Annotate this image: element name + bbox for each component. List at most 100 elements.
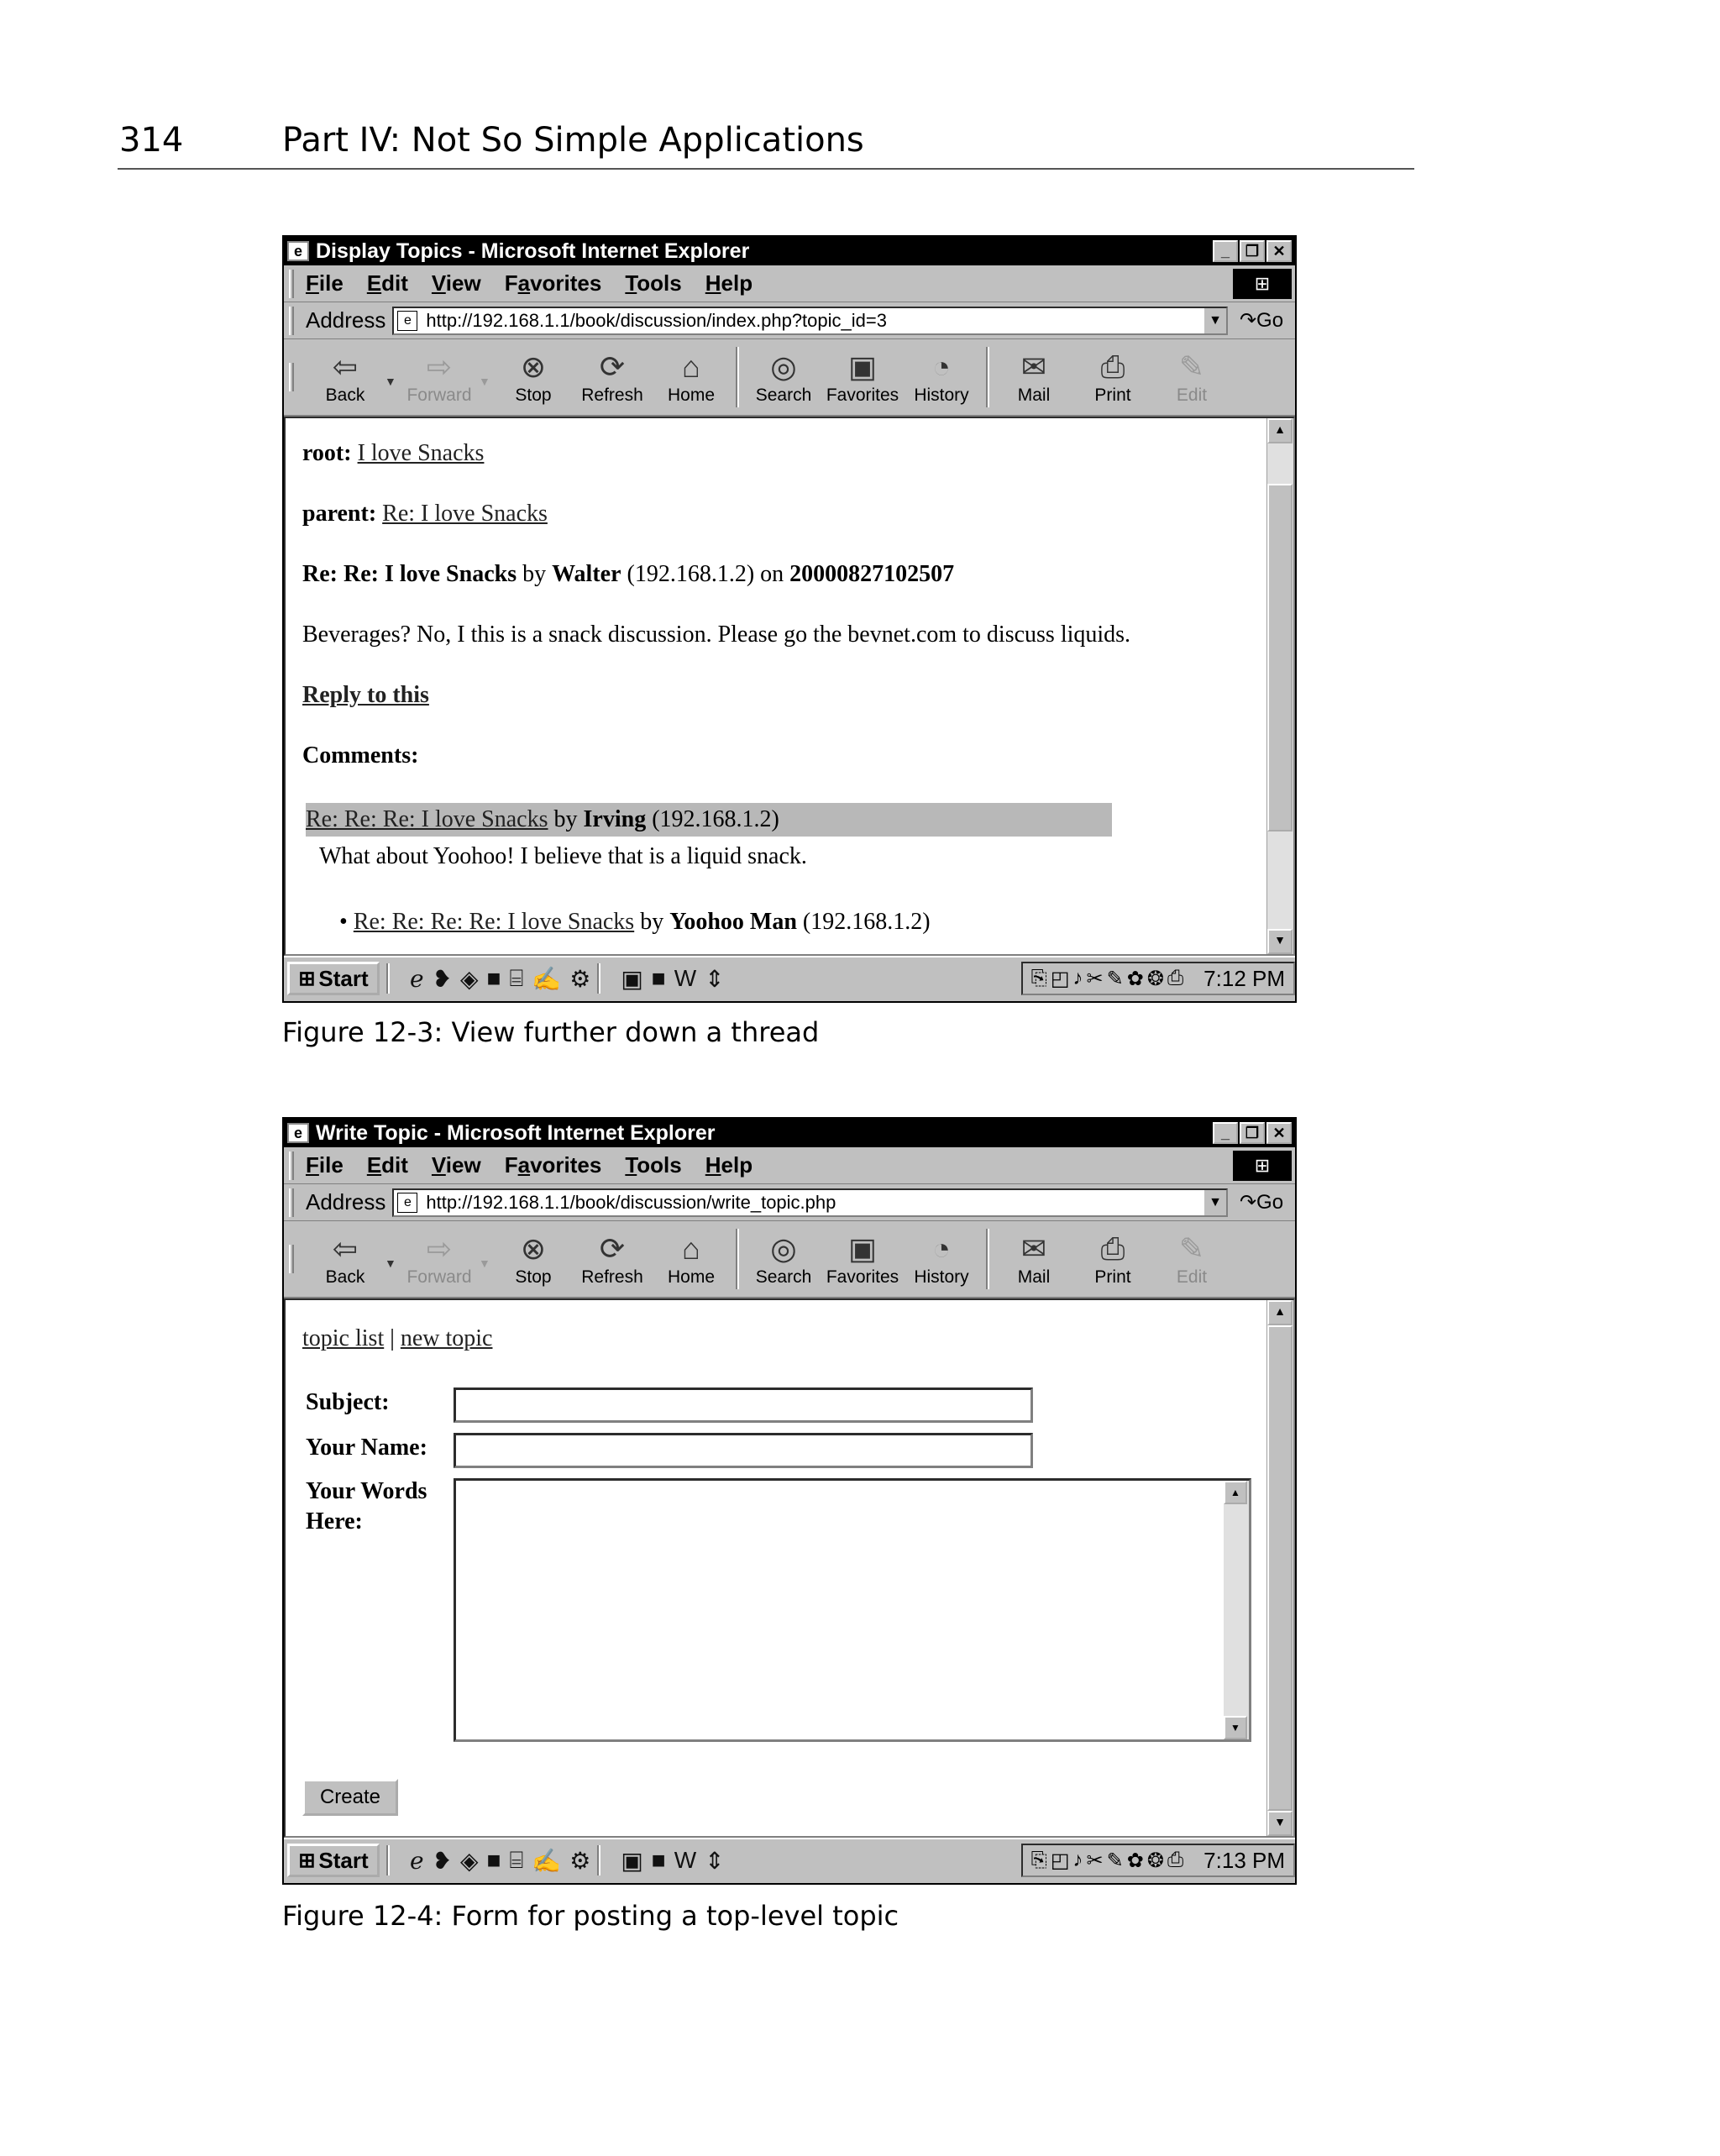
print-button[interactable]: ⎙ Print <box>1073 349 1152 406</box>
menu-edit[interactable]: Edit <box>367 1152 408 1178</box>
tray-volume-icon[interactable]: ♪ <box>1073 1849 1083 1872</box>
comment-1-link[interactable]: Re: Re: Re: I love Snacks <box>306 806 548 832</box>
back-dropdown-icon[interactable]: ▼ <box>385 375 400 388</box>
tray-edit-icon[interactable]: ✎ <box>1107 1849 1124 1873</box>
minimize-button[interactable]: _ <box>1213 240 1238 262</box>
menu-tools[interactable]: Tools <box>625 1152 681 1178</box>
back-button[interactable]: ⇦ Back <box>306 349 385 406</box>
minimize-button[interactable]: _ <box>1213 1122 1238 1144</box>
comment-2-link[interactable]: Re: Re: Re: Re: I love Snacks <box>354 909 634 935</box>
scroll-thumb[interactable] <box>1267 484 1293 831</box>
tray-tools-icon[interactable]: ✂ <box>1087 1849 1104 1873</box>
word-task-icon[interactable]: W <box>674 1847 696 1874</box>
scroll-up-arrow-icon[interactable]: ▲ <box>1267 418 1293 443</box>
ie-launch-icon[interactable]: ℯ <box>410 965 424 993</box>
mail-button[interactable]: ✉ Mail <box>994 1230 1073 1288</box>
history-button[interactable]: ◔ History <box>902 349 981 406</box>
tray-print-icon[interactable]: ⎙ <box>1167 967 1183 990</box>
word-task-icon[interactable]: W <box>674 965 696 992</box>
start-button[interactable]: ⊞ Start <box>287 962 380 995</box>
tray-edit-icon[interactable]: ✎ <box>1107 967 1124 991</box>
textarea-scrollbar[interactable]: ▲ ▼ <box>1224 1481 1249 1739</box>
menu-help[interactable]: Help <box>705 1152 752 1178</box>
menu-favorites[interactable]: Favorites <box>505 1152 602 1178</box>
ie-task-icon[interactable]: ▣ <box>621 965 642 993</box>
scroll-up-arrow-icon[interactable]: ▲ <box>1267 1300 1293 1325</box>
tray-app-icon[interactable]: ✿ <box>1127 1849 1144 1873</box>
desktop-launch-icon[interactable]: ■ <box>487 965 501 992</box>
vertical-scrollbar[interactable]: ▲ ▼ <box>1266 1300 1293 1836</box>
notepad-launch-icon[interactable]: ✍ <box>532 965 561 993</box>
address-dropdown-arrow-icon[interactable]: ▼ <box>1203 307 1226 333</box>
menu-view[interactable]: View <box>432 1152 481 1178</box>
your-words-textarea[interactable]: ▲ ▼ <box>454 1478 1251 1742</box>
topic-list-link[interactable]: topic list <box>302 1325 384 1351</box>
window-task-icon[interactable]: ■ <box>652 965 666 992</box>
channel-launch-icon[interactable]: ◈ <box>460 965 479 993</box>
tray-monitor-icon[interactable]: ◰ <box>1051 1849 1070 1873</box>
favorites-button[interactable]: ▣ Favorites <box>823 1230 902 1288</box>
task-scroll-icon[interactable]: ⇕ <box>705 1847 724 1875</box>
window-task-icon[interactable]: ■ <box>652 1847 666 1874</box>
favorites-button[interactable]: ▣ Favorites <box>823 349 902 406</box>
refresh-button[interactable]: ⟳ Refresh <box>573 1230 652 1288</box>
stop-button[interactable]: ⊗ Stop <box>494 349 573 406</box>
tray-chat-icon[interactable]: ❂ <box>1147 1849 1164 1873</box>
search-button[interactable]: ◎ Search <box>744 349 823 406</box>
forward-button[interactable]: ⇨ Forward <box>400 1230 479 1288</box>
go-button[interactable]: ↷ Go <box>1228 308 1295 333</box>
textarea-scroll-up-icon[interactable]: ▲ <box>1224 1481 1247 1504</box>
vertical-scrollbar[interactable]: ▲ ▼ <box>1266 418 1293 954</box>
menu-view[interactable]: View <box>432 270 481 296</box>
parent-topic-link[interactable]: Re: I love Snacks <box>382 501 548 527</box>
history-button[interactable]: ◔ History <box>902 1230 981 1288</box>
home-button[interactable]: ⌂ Home <box>652 349 731 406</box>
go-button[interactable]: ↷ Go <box>1228 1190 1295 1214</box>
back-button[interactable]: ⇦ Back <box>306 1230 385 1288</box>
tray-volume-icon[interactable]: ♪ <box>1073 967 1083 990</box>
tray-chat-icon[interactable]: ❂ <box>1147 967 1164 991</box>
channel-launch-icon[interactable]: ◈ <box>460 1847 479 1875</box>
textarea-scroll-down-icon[interactable]: ▼ <box>1224 1716 1247 1739</box>
desktop-launch-icon[interactable]: ■ <box>487 1847 501 1874</box>
tray-print-icon[interactable]: ⎙ <box>1167 1849 1183 1872</box>
app-launch-icon[interactable]: ⚙ <box>569 1847 590 1875</box>
home-button[interactable]: ⌂ Home <box>652 1230 731 1288</box>
menu-edit[interactable]: Edit <box>367 270 408 296</box>
search-button[interactable]: ◎ Search <box>744 1230 823 1288</box>
back-dropdown-icon[interactable]: ▼ <box>385 1256 400 1270</box>
scroll-thumb[interactable] <box>1267 1325 1293 1811</box>
menu-tools[interactable]: Tools <box>625 270 681 296</box>
close-button[interactable]: ✕ <box>1266 240 1292 262</box>
restore-button[interactable]: ❐ <box>1240 240 1265 262</box>
start-button[interactable]: ⊞ Start <box>287 1844 380 1877</box>
tray-monitor-icon[interactable]: ◰ <box>1051 967 1070 991</box>
reply-link[interactable]: Reply to this <box>302 682 429 709</box>
ie-task-icon[interactable]: ▣ <box>621 1847 642 1875</box>
menu-file[interactable]: File <box>306 270 343 296</box>
tray-network-icon[interactable]: ⎘ <box>1031 967 1047 990</box>
scroll-down-arrow-icon[interactable]: ▼ <box>1267 929 1293 954</box>
restore-button[interactable]: ❐ <box>1240 1122 1265 1144</box>
explorer-launch-icon[interactable]: ⌸ <box>510 1847 524 1875</box>
explorer-launch-icon[interactable]: ⌸ <box>510 965 524 993</box>
app-launch-icon[interactable]: ⚙ <box>569 965 590 993</box>
root-topic-link[interactable]: I love Snacks <box>358 440 485 466</box>
address-input[interactable]: e http://192.168.1.1/book/discussion/wri… <box>392 1188 1228 1217</box>
edit-button[interactable]: ✎ Edit <box>1152 349 1231 406</box>
tray-network-icon[interactable]: ⎘ <box>1031 1849 1047 1872</box>
task-scroll-icon[interactable]: ⇕ <box>705 965 724 993</box>
forward-dropdown-icon[interactable]: ▼ <box>479 375 494 388</box>
forward-button[interactable]: ⇨ Forward <box>400 349 479 406</box>
scroll-down-arrow-icon[interactable]: ▼ <box>1267 1811 1293 1836</box>
menu-file[interactable]: File <box>306 1152 343 1178</box>
ie-launch-icon[interactable]: ℯ <box>410 1847 424 1875</box>
subject-input[interactable] <box>454 1387 1033 1423</box>
tray-app-icon[interactable]: ✿ <box>1127 967 1144 991</box>
edit-button[interactable]: ✎ Edit <box>1152 1230 1231 1288</box>
stop-button[interactable]: ⊗ Stop <box>494 1230 573 1288</box>
mail-button[interactable]: ✉ Mail <box>994 349 1073 406</box>
menu-help[interactable]: Help <box>705 270 752 296</box>
forward-dropdown-icon[interactable]: ▼ <box>479 1256 494 1270</box>
outlook-launch-icon[interactable]: ❥ <box>433 965 452 993</box>
